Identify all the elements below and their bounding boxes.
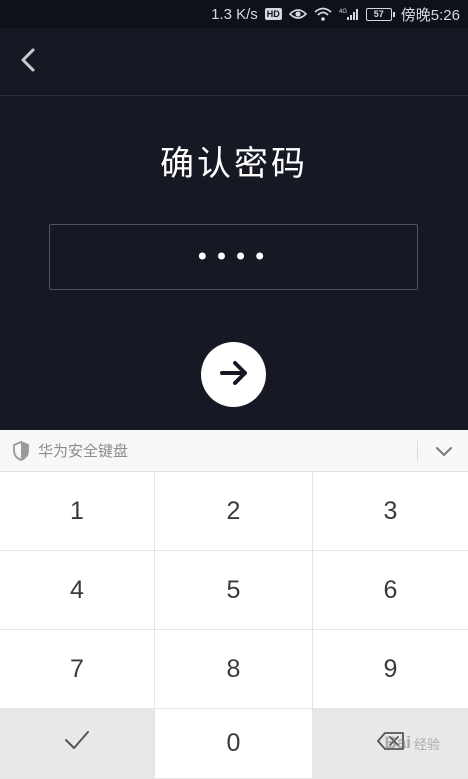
key-9[interactable]: 9 <box>313 630 468 709</box>
key-4[interactable]: 4 <box>0 551 155 630</box>
key-0[interactable]: 0 <box>155 709 313 779</box>
status-bar: 1.3 K/s HD 4G 57 傍晚5:26 <box>0 0 468 28</box>
key-5[interactable]: 5 <box>155 551 313 630</box>
page-title: 确认密码 <box>160 144 308 184</box>
key-2[interactable]: 2 <box>155 472 313 551</box>
back-button[interactable] <box>8 42 48 82</box>
backspace-icon <box>376 729 405 758</box>
chevron-down-icon <box>435 442 453 461</box>
delete-key[interactable] <box>313 709 468 779</box>
numeric-keypad: 1 2 3 4 5 6 7 8 9 0 <box>0 472 468 779</box>
hd-badge: HD <box>264 8 282 20</box>
shield-icon <box>12 440 30 461</box>
key-6[interactable]: 6 <box>313 551 468 630</box>
password-field[interactable] <box>49 224 418 290</box>
checkmark-icon <box>63 729 91 758</box>
secure-keyboard: 华为安全键盘 1 2 3 4 5 6 7 8 9 0 Bai 经验 <box>0 430 468 779</box>
battery-level: 57 <box>373 9 384 19</box>
keyboard-name: 华为安全键盘 <box>38 442 129 460</box>
network-speed: 1.3 K/s <box>211 5 258 23</box>
battery-icon: 57 <box>365 7 395 21</box>
eye-icon <box>288 8 307 20</box>
key-1[interactable]: 1 <box>0 472 155 551</box>
top-app-bar <box>0 28 468 96</box>
password-input[interactable] <box>50 225 417 289</box>
next-button[interactable] <box>201 342 266 407</box>
keyboard-header: 华为安全键盘 <box>0 430 468 472</box>
header-divider <box>417 441 418 461</box>
collapse-keyboard-button[interactable] <box>432 440 456 462</box>
wifi-icon <box>314 7 332 21</box>
key-8[interactable]: 8 <box>155 630 313 709</box>
confirm-key[interactable] <box>0 709 155 779</box>
clock: 傍晚5:26 <box>400 6 460 24</box>
chevron-left-icon <box>19 47 37 77</box>
key-7[interactable]: 7 <box>0 630 155 709</box>
key-3[interactable]: 3 <box>313 472 468 551</box>
svg-text:4G: 4G <box>339 9 347 15</box>
4g-signal-icon: 4G <box>339 7 359 21</box>
arrow-right-icon <box>219 360 249 390</box>
